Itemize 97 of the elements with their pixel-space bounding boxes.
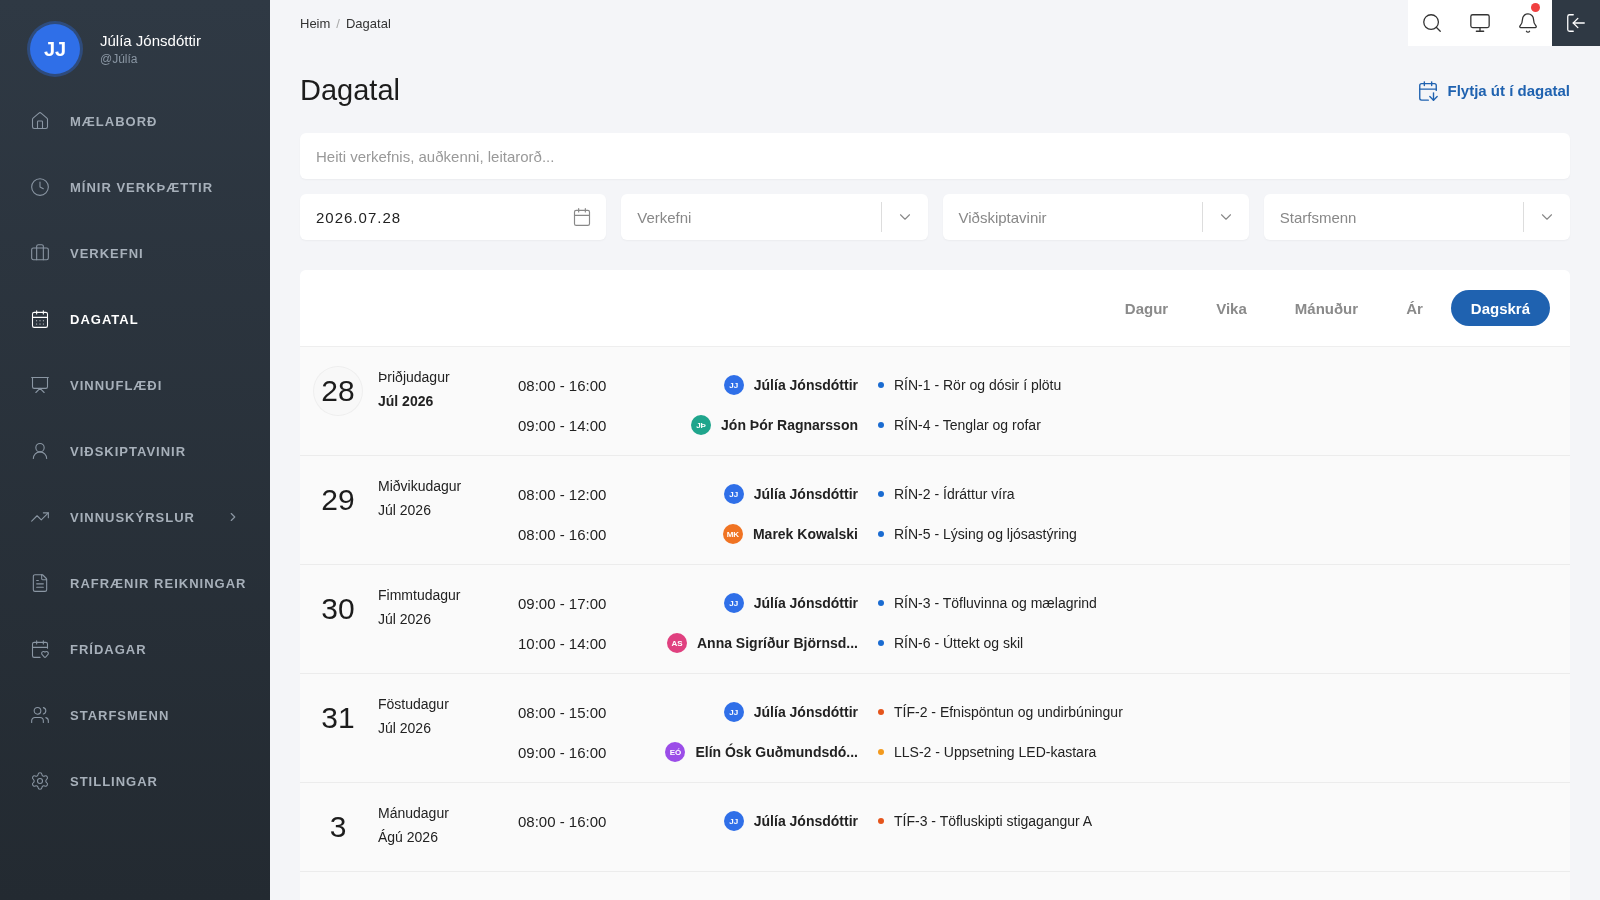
logout-button[interactable]: [1552, 0, 1600, 46]
person-avatar: AS: [667, 633, 687, 653]
sidebar-item[interactable]: FRÍDAGAR: [0, 616, 270, 682]
person-avatar: JJ: [723, 593, 744, 613]
event-time: 08:00 - 16:00: [518, 812, 608, 830]
weekday-label: Mánudagur: [378, 805, 450, 821]
event-time: 10:00 - 14:00: [518, 634, 608, 652]
filter-dropdown[interactable]: Starfsmenn: [1263, 194, 1570, 240]
task-label: RÍN-2 - Ídráttur víra: [894, 486, 1015, 502]
sidebar-item[interactable]: VERKEFNI: [0, 220, 270, 286]
breadcrumb-separator: /: [336, 15, 340, 31]
day-number: 30: [320, 591, 356, 627]
sidebar-item[interactable]: VINNUFLÆÐI: [0, 352, 270, 418]
presentation-board-icon: [30, 375, 50, 395]
sidebar-item[interactable]: MÍNIR VERKÞÆTTIR: [0, 154, 270, 220]
sidebar-item[interactable]: RAFRÆNIR REIKNINGAR: [0, 550, 270, 616]
view-tab[interactable]: Mánuður: [1274, 290, 1379, 326]
users-icon: [30, 705, 50, 725]
sidebar-item[interactable]: MÆLABORÐ: [0, 88, 270, 154]
calendar-heart-icon: [30, 639, 50, 659]
calendar-icon: [572, 207, 593, 227]
breadcrumb-link[interactable]: Dagatal: [345, 15, 391, 31]
task-label: RÍN-5 - Lýsing og ljósastýring: [894, 526, 1077, 542]
sidebar-item[interactable]: DAGATAL: [0, 286, 270, 352]
event-time: 08:00 - 16:00: [518, 376, 608, 394]
event-time: 08:00 - 12:00: [518, 485, 608, 503]
person-name: Anna Sigríður Björnsd...: [697, 635, 858, 651]
day-number: 28: [314, 367, 362, 415]
home-icon: [30, 111, 50, 131]
event-time: 09:00 - 16:00: [518, 743, 608, 761]
filter-dropdown[interactable]: Verkefni: [621, 194, 928, 240]
weekday-label: Fimmtudagur: [378, 587, 462, 603]
person-name: Júlía Jónsdóttir: [753, 704, 858, 720]
user-icon: [30, 441, 50, 461]
month-label: Ágú 2026: [378, 829, 439, 845]
person-name: Júlía Jónsdóttir: [753, 595, 858, 611]
search-field[interactable]: Heiti verkefnis, auðkenni, leitarorð...: [300, 133, 1570, 179]
person-avatar: JÞ: [691, 415, 712, 435]
event-time: 08:00 - 15:00: [518, 703, 608, 721]
month-label: Júl 2026: [378, 720, 432, 736]
task-label: TÍF-3 - Töfluskipti stigagangur A: [894, 813, 1093, 829]
weekday-label: Föstudagur: [378, 696, 450, 712]
clock-icon: [30, 177, 50, 197]
task-label: RÍN-6 - Úttekt og skil: [894, 635, 1024, 651]
calendar-download-icon: [1417, 79, 1440, 102]
sidebar-item[interactable]: VIÐSKIPTAVINIR: [0, 418, 270, 484]
task-label: LLS-2 - Uppsetning LED-kastara: [894, 744, 1097, 760]
monitor-icon: [1469, 12, 1491, 34]
user-avatar: JJ: [30, 24, 80, 74]
day-number: 29: [320, 482, 356, 518]
date-field[interactable]: 2026.07.28: [300, 194, 607, 240]
person-avatar: EÓ: [665, 742, 686, 762]
person-name: Júlía Jónsdóttir: [753, 486, 858, 502]
task-label: TÍF-2 - Efnispöntun og undirbúningur: [894, 704, 1123, 720]
person-avatar: JJ: [723, 702, 744, 722]
person-avatar: MK: [722, 524, 743, 544]
task-label: RÍN-4 - Tenglar og rofar: [894, 417, 1041, 433]
person-avatar: JJ: [723, 811, 744, 831]
person-avatar: JJ: [723, 375, 744, 395]
weekday-label: Miðvikudagur: [378, 478, 463, 494]
task-label: RÍN-1 - Rör og dósir í plötu: [894, 377, 1062, 393]
search-icon: [1421, 12, 1443, 34]
sidebar-item[interactable]: STILLINGAR: [0, 748, 270, 814]
view-tab[interactable]: Dagskrá: [1450, 290, 1550, 326]
event-time: 09:00 - 14:00: [518, 416, 608, 434]
day-number: 3: [328, 809, 348, 845]
month-label: Júl 2026: [378, 393, 435, 409]
month-label: Júl 2026: [378, 611, 432, 627]
document-icon: [30, 573, 50, 593]
weekday-label: Þriðjudagur: [378, 369, 451, 385]
user-handle: @Júlía: [100, 52, 139, 66]
settings-icon: [30, 771, 50, 791]
view-tab[interactable]: Dagur: [1104, 290, 1189, 326]
view-tab[interactable]: Ár: [1386, 290, 1443, 326]
logout-icon: [1565, 12, 1587, 34]
task-label: RÍN-3 - Töfluvinna og mælagrind: [894, 595, 1097, 611]
breadcrumb-link[interactable]: Heim: [300, 15, 331, 31]
calendar-icon: [30, 309, 50, 329]
event-time: 08:00 - 16:00: [518, 525, 608, 543]
sidebar-item[interactable]: STARFSMENN: [0, 682, 270, 748]
person-name: Elín Ósk Guðmundsdó...: [695, 744, 858, 760]
day-number: 31: [320, 700, 356, 736]
person-name: Jón Þór Ragnarsson: [721, 417, 858, 433]
briefcase-icon: [30, 243, 50, 263]
month-label: Júl 2026: [378, 502, 432, 518]
person-name: Júlía Jónsdóttir: [753, 813, 858, 829]
export-link[interactable]: Flytja út í dagatal: [1417, 79, 1570, 102]
view-tab[interactable]: Vika: [1196, 290, 1267, 326]
event-time: 09:00 - 17:00: [518, 594, 608, 612]
filter-dropdown[interactable]: Viðskiptavinir: [942, 194, 1249, 240]
person-avatar: JJ: [723, 484, 744, 504]
bell-icon: [1517, 12, 1539, 34]
page-title: Dagatal: [300, 74, 400, 107]
person-name: Júlía Jónsdóttir: [753, 377, 858, 393]
person-name: Marek Kowalski: [752, 526, 858, 542]
user-name: Júlía Jónsdóttir: [100, 32, 201, 49]
sidebar-item[interactable]: VINNUSKÝRSLUR: [0, 484, 270, 550]
